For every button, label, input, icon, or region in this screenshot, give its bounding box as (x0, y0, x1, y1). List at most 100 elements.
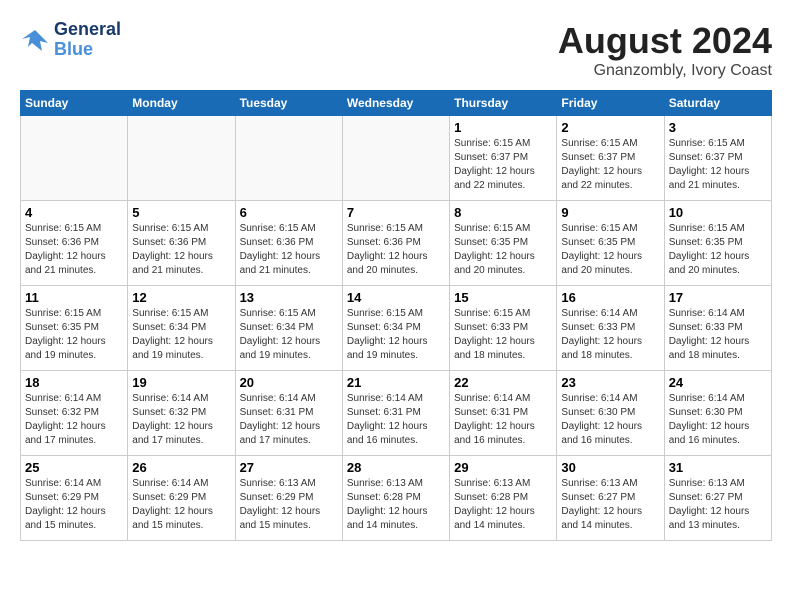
day-info: Sunrise: 6:14 AMSunset: 6:31 PMDaylight:… (454, 392, 552, 448)
day-info: Sunrise: 6:15 AMSunset: 6:36 PMDaylight:… (25, 222, 123, 278)
day-info: Sunrise: 6:13 AMSunset: 6:28 PMDaylight:… (454, 477, 552, 533)
day-number: 23 (561, 375, 659, 390)
calendar-cell (235, 116, 342, 201)
calendar-cell: 8 Sunrise: 6:15 AMSunset: 6:35 PMDaylight… (450, 201, 557, 286)
day-number: 11 (25, 290, 123, 305)
calendar-cell (128, 116, 235, 201)
calendar-cell: 2 Sunrise: 6:15 AMSunset: 6:37 PMDaylight… (557, 116, 664, 201)
weekday-header-friday: Friday (557, 91, 664, 116)
calendar-cell: 29 Sunrise: 6:13 AMSunset: 6:28 PMDayligh… (450, 456, 557, 541)
day-info: Sunrise: 6:14 AMSunset: 6:32 PMDaylight:… (132, 392, 230, 448)
day-number: 4 (25, 205, 123, 220)
calendar-cell: 7 Sunrise: 6:15 AMSunset: 6:36 PMDaylight… (342, 201, 449, 286)
week-row-3: 11 Sunrise: 6:15 AMSunset: 6:35 PMDayligh… (21, 286, 772, 371)
day-info: Sunrise: 6:15 AMSunset: 6:33 PMDaylight:… (454, 307, 552, 363)
day-number: 2 (561, 120, 659, 135)
day-info: Sunrise: 6:15 AMSunset: 6:36 PMDaylight:… (132, 222, 230, 278)
day-info: Sunrise: 6:13 AMSunset: 6:28 PMDaylight:… (347, 477, 445, 533)
day-number: 1 (454, 120, 552, 135)
calendar-cell: 9Sunrise: 6:15 AMSunset: 6:35 PMDaylight… (557, 201, 664, 286)
calendar-cell: 30Sunrise: 6:13 AMSunset: 6:27 PMDayligh… (557, 456, 664, 541)
calendar-cell: 10 Sunrise: 6:15 AMSunset: 6:35 PMDayligh… (664, 201, 771, 286)
calendar-table: SundayMondayTuesdayWednesdayThursdayFrid… (20, 90, 772, 541)
day-number: 6 (240, 205, 338, 220)
day-number: 17 (669, 290, 767, 305)
calendar-cell: 26 Sunrise: 6:14 AMSunset: 6:29 PMDayligh… (128, 456, 235, 541)
day-info: Sunrise: 6:15 AMSunset: 6:37 PMDaylight:… (561, 137, 659, 193)
calendar-cell: 6Sunrise: 6:15 AMSunset: 6:36 PMDaylight… (235, 201, 342, 286)
title-block: August 2024 Gnanzombly, Ivory Coast (558, 20, 772, 80)
calendar-cell: 3Sunrise: 6:15 AMSunset: 6:37 PMDaylight… (664, 116, 771, 201)
weekday-header-saturday: Saturday (664, 91, 771, 116)
day-number: 31 (669, 460, 767, 475)
calendar-cell: 1 Sunrise: 6:15 AMSunset: 6:37 PMDaylight… (450, 116, 557, 201)
weekday-header-wednesday: Wednesday (342, 91, 449, 116)
day-number: 8 (454, 205, 552, 220)
weekday-header-sunday: Sunday (21, 91, 128, 116)
day-number: 13 (240, 290, 338, 305)
day-number: 5 (132, 205, 230, 220)
day-number: 26 (132, 460, 230, 475)
calendar-cell: 5 Sunrise: 6:15 AMSunset: 6:36 PMDaylight… (128, 201, 235, 286)
day-info: Sunrise: 6:15 AMSunset: 6:37 PMDaylight:… (454, 137, 552, 193)
day-number: 19 (132, 375, 230, 390)
day-info: Sunrise: 6:14 AMSunset: 6:31 PMDaylight:… (240, 392, 338, 448)
calendar-cell: 14Sunrise: 6:15 AMSunset: 6:34 PMDayligh… (342, 286, 449, 371)
day-number: 25 (25, 460, 123, 475)
day-number: 29 (454, 460, 552, 475)
calendar-cell: 15 Sunrise: 6:15 AMSunset: 6:33 PMDayligh… (450, 286, 557, 371)
calendar-cell (21, 116, 128, 201)
day-number: 10 (669, 205, 767, 220)
weekday-header-row: SundayMondayTuesdayWednesdayThursdayFrid… (21, 91, 772, 116)
calendar-cell: 21 Sunrise: 6:14 AMSunset: 6:31 PMDayligh… (342, 371, 449, 456)
calendar-cell: 19 Sunrise: 6:14 AMSunset: 6:32 PMDayligh… (128, 371, 235, 456)
logo-text: General Blue (54, 20, 121, 60)
day-number: 30 (561, 460, 659, 475)
calendar-cell: 18Sunrise: 6:14 AMSunset: 6:32 PMDayligh… (21, 371, 128, 456)
calendar-cell: 13 Sunrise: 6:15 AMSunset: 6:34 PMDayligh… (235, 286, 342, 371)
day-number: 21 (347, 375, 445, 390)
day-number: 15 (454, 290, 552, 305)
week-row-5: 25 Sunrise: 6:14 AMSunset: 6:29 PMDayligh… (21, 456, 772, 541)
day-number: 28 (347, 460, 445, 475)
calendar-cell: 20 Sunrise: 6:14 AMSunset: 6:31 PMDayligh… (235, 371, 342, 456)
day-info: Sunrise: 6:15 AMSunset: 6:35 PMDaylight:… (25, 307, 123, 363)
week-row-4: 18Sunrise: 6:14 AMSunset: 6:32 PMDayligh… (21, 371, 772, 456)
weekday-header-monday: Monday (128, 91, 235, 116)
calendar-cell: 23 Sunrise: 6:14 AMSunset: 6:30 PMDayligh… (557, 371, 664, 456)
location: Gnanzombly, Ivory Coast (558, 62, 772, 80)
day-info: Sunrise: 6:15 AMSunset: 6:34 PMDaylight:… (347, 307, 445, 363)
calendar-cell: 11 Sunrise: 6:15 AMSunset: 6:35 PMDayligh… (21, 286, 128, 371)
calendar-cell: 27Sunrise: 6:13 AMSunset: 6:29 PMDayligh… (235, 456, 342, 541)
day-info: Sunrise: 6:15 AMSunset: 6:36 PMDaylight:… (347, 222, 445, 278)
calendar-cell: 16 Sunrise: 6:14 AMSunset: 6:33 PMDayligh… (557, 286, 664, 371)
calendar-cell (342, 116, 449, 201)
day-info: Sunrise: 6:15 AMSunset: 6:34 PMDaylight:… (240, 307, 338, 363)
day-number: 20 (240, 375, 338, 390)
day-info: Sunrise: 6:14 AMSunset: 6:33 PMDaylight:… (561, 307, 659, 363)
day-info: Sunrise: 6:15 AMSunset: 6:35 PMDaylight:… (454, 222, 552, 278)
day-info: Sunrise: 6:14 AMSunset: 6:31 PMDaylight:… (347, 392, 445, 448)
day-info: Sunrise: 6:14 AMSunset: 6:29 PMDaylight:… (132, 477, 230, 533)
logo-icon (20, 25, 50, 55)
day-number: 7 (347, 205, 445, 220)
calendar-cell: 28 Sunrise: 6:13 AMSunset: 6:28 PMDayligh… (342, 456, 449, 541)
day-info: Sunrise: 6:14 AMSunset: 6:32 PMDaylight:… (25, 392, 123, 448)
day-info: Sunrise: 6:15 AMSunset: 6:34 PMDaylight:… (132, 307, 230, 363)
calendar-cell: 31Sunrise: 6:13 AMSunset: 6:27 PMDayligh… (664, 456, 771, 541)
day-info: Sunrise: 6:14 AMSunset: 6:33 PMDaylight:… (669, 307, 767, 363)
day-info: Sunrise: 6:14 AMSunset: 6:30 PMDaylight:… (561, 392, 659, 448)
day-number: 16 (561, 290, 659, 305)
calendar-cell: 4 Sunrise: 6:15 AMSunset: 6:36 PMDaylight… (21, 201, 128, 286)
day-number: 22 (454, 375, 552, 390)
page-header: General Blue August 2024 Gnanzombly, Ivo… (20, 20, 772, 80)
weekday-header-thursday: Thursday (450, 91, 557, 116)
calendar-cell: 22 Sunrise: 6:14 AMSunset: 6:31 PMDayligh… (450, 371, 557, 456)
week-row-1: 1 Sunrise: 6:15 AMSunset: 6:37 PMDaylight… (21, 116, 772, 201)
week-row-2: 4 Sunrise: 6:15 AMSunset: 6:36 PMDaylight… (21, 201, 772, 286)
day-info: Sunrise: 6:14 AMSunset: 6:29 PMDaylight:… (25, 477, 123, 533)
weekday-header-tuesday: Tuesday (235, 91, 342, 116)
day-number: 27 (240, 460, 338, 475)
day-number: 12 (132, 290, 230, 305)
day-info: Sunrise: 6:15 AMSunset: 6:35 PMDaylight:… (669, 222, 767, 278)
